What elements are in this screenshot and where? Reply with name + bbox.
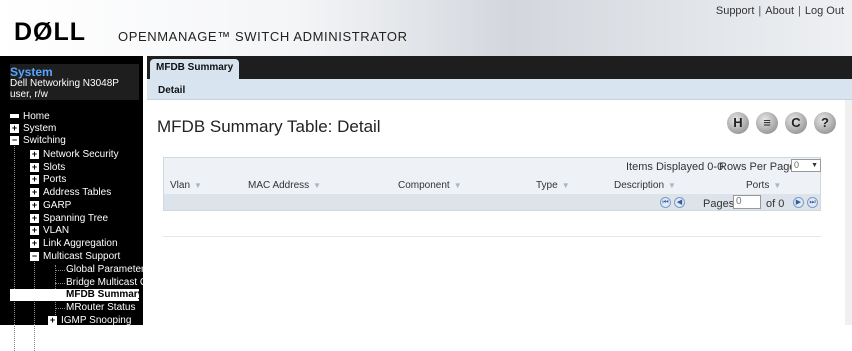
page-total-label: of 0 [766,198,785,210]
nav-item-garp[interactable]: + GARP [30,200,71,212]
next-page-icon[interactable]: ▶ [793,197,804,208]
help-icon[interactable]: ? [814,112,836,134]
system-user: user, r/w [10,89,48,100]
tab-mfdb-summary[interactable]: MFDB Summary [150,59,240,79]
sub-tab-bar [147,79,852,100]
nav-item-vlan[interactable]: + VLAN [30,225,69,237]
collapse-icon[interactable]: − [30,251,39,261]
rows-per-page-value: 0 [794,160,800,170]
expand-icon[interactable]: + [30,225,39,235]
rows-per-page-label: Rows Per Page [719,161,796,173]
support-link[interactable]: Support [716,5,755,17]
nav-item-slots[interactable]: + Slots [30,162,65,174]
link-separator: | [798,5,801,17]
chevron-down-icon: ▼ [811,162,818,169]
nav-item-address-tables[interactable]: + Address Tables [30,187,111,199]
nav-item-spanning-tree[interactable]: + Spanning Tree [30,213,108,225]
previous-page-icon[interactable]: ◀ [674,197,685,208]
items-displayed: Items Displayed 0-0 [626,161,724,173]
save-icon[interactable]: H [727,112,749,134]
nav-item-link-aggregation[interactable]: + Link Aggregation [30,238,118,250]
top-banner: DØLL OPENMANAGE™ SWITCH ADMINISTRATOR Su… [0,0,852,56]
sort-icon: ▼ [453,181,462,190]
expand-icon[interactable]: + [30,238,39,248]
expand-icon[interactable]: + [30,200,39,210]
refresh-icon[interactable]: C [785,112,807,134]
nav-item-igmp-snooping[interactable]: + IGMP Snooping [48,315,131,327]
column-header-mac-address[interactable]: MAC Address ▼ [248,180,321,191]
rows-per-page-select[interactable]: 0 ▼ [791,159,821,172]
expand-icon[interactable]: + [30,174,39,184]
expand-icon[interactable]: + [48,315,57,325]
nav-item-mrouter-status[interactable]: MRouter Status [66,302,135,314]
product-title: OPENMANAGE™ SWITCH ADMINISTRATOR [118,29,408,44]
sort-icon: ▼ [313,181,322,190]
subtab-detail[interactable]: Detail [158,85,185,96]
nav-item-home[interactable]: Home [10,111,50,123]
pages-label: Pages [703,198,735,210]
nav-item-network-security[interactable]: + Network Security [30,149,119,161]
nav-item-bridge-multicast-group[interactable]: Bridge Multicast Grc [66,277,156,289]
column-header-description[interactable]: Description ▼ [614,180,676,191]
tree-connector [55,270,65,271]
vertical-scrollbar[interactable] [845,100,852,325]
link-separator: | [758,5,762,17]
sort-icon: ▼ [668,181,676,190]
about-link[interactable]: About [765,5,794,17]
expand-icon[interactable]: + [30,213,39,223]
dell-logo: DØLL [14,18,87,46]
expand-icon[interactable]: + [30,187,39,197]
top-links: Support | About | Log Out [716,5,844,17]
nav-item-multicast-support[interactable]: − Multicast Support [30,251,120,263]
content-divider [163,236,821,237]
first-page-icon[interactable]: ⏮ [660,197,671,208]
collapse-icon[interactable]: − [10,135,19,145]
column-header-component[interactable]: Component ▼ [398,180,462,191]
tree-connector [14,141,15,351]
nav-item-system[interactable]: + System [10,123,56,135]
system-info: System Dell Networking N3048P user, r/w [10,64,139,100]
print-icon[interactable]: ≡ [756,112,778,134]
tab-bar [147,56,852,79]
column-header-ports[interactable]: Ports ▼ [746,180,781,191]
expand-icon[interactable]: + [30,162,39,172]
column-header-vlan[interactable]: Vlan ▼ [170,180,202,191]
nav-item-ports[interactable]: + Ports [30,174,66,186]
expand-icon[interactable]: + [30,149,39,159]
expand-icon[interactable]: + [10,123,19,133]
column-header-type[interactable]: Type ▼ [536,180,570,191]
page-title: MFDB Summary Table: Detail [157,117,381,136]
tree-connector [34,255,35,351]
nav-item-mfdb-summary[interactable]: MFDB Summary [10,289,143,301]
nav-item-switching[interactable]: − Switching [10,135,66,147]
tree-connector [55,283,65,284]
sort-icon: ▼ [561,181,570,190]
sort-icon: ▼ [773,181,782,190]
home-icon [10,114,19,119]
page-number-input[interactable]: 0 [733,195,761,209]
system-title[interactable]: System [10,66,139,78]
system-model: Dell Networking N3048P [10,78,119,89]
sort-icon: ▼ [194,181,202,190]
logout-link[interactable]: Log Out [805,5,844,17]
tree-connector [55,308,65,309]
last-page-icon[interactable]: ⏭ [807,197,818,208]
nav-item-global-parameters[interactable]: Global Parameters [66,264,149,276]
